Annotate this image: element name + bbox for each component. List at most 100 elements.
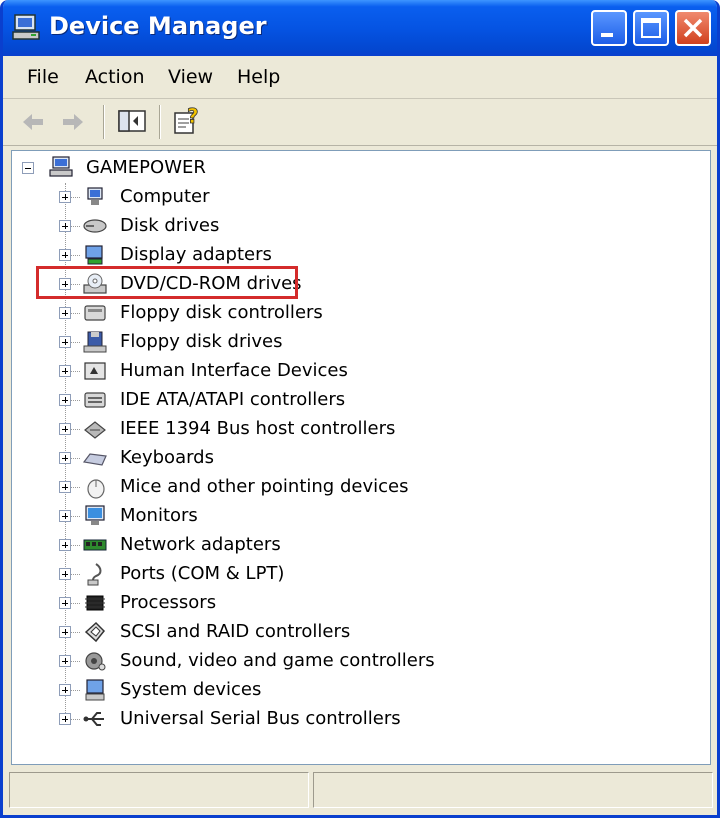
svg-text:?: ? xyxy=(187,105,199,128)
tree-root-label: GAMEPOWER xyxy=(86,157,206,178)
tree-item[interactable]: IDE ATA/ATAPI controllers xyxy=(12,385,472,414)
tree-item[interactable]: Mice and other pointing devices xyxy=(12,472,472,501)
toolbar-separator xyxy=(103,105,105,139)
menu-file[interactable]: File xyxy=(27,66,59,88)
tree-item-label: Disk drives xyxy=(120,215,220,236)
tree-item[interactable]: Human Interface Devices xyxy=(12,356,472,385)
expand-toggle[interactable] xyxy=(59,626,71,638)
floppy-controller-icon xyxy=(84,305,106,321)
expand-toggle[interactable] xyxy=(59,394,71,406)
tree-item-label: Sound, video and game controllers xyxy=(120,650,435,671)
sound-icon xyxy=(85,652,106,671)
tree-item-label: IDE ATA/ATAPI controllers xyxy=(120,389,346,410)
expand-toggle[interactable] xyxy=(59,597,71,609)
tree-item-label: Network adapters xyxy=(120,534,281,555)
tree-item-label: Keyboards xyxy=(120,447,214,468)
tree-item[interactable]: Processors xyxy=(12,588,472,617)
system-device-icon xyxy=(85,679,105,701)
tree-item[interactable]: Monitors xyxy=(12,501,472,530)
tree-root-item[interactable]: GAMEPOWER xyxy=(12,153,272,182)
tree-item[interactable]: System devices xyxy=(12,675,472,704)
tree-item[interactable]: SCSI and RAID controllers xyxy=(12,617,472,646)
tree-item-label: Monitors xyxy=(120,505,198,526)
expand-toggle[interactable] xyxy=(59,539,71,551)
menu-action[interactable]: Action xyxy=(85,66,145,88)
tree-item[interactable]: Display adapters xyxy=(12,240,472,269)
device-manager-window: Device Manager File Action View Help ? G… xyxy=(0,0,720,818)
usb-icon xyxy=(83,712,104,726)
close-icon xyxy=(683,18,703,38)
maximize-button[interactable] xyxy=(633,10,669,46)
tree-item-label: Universal Serial Bus controllers xyxy=(120,708,401,729)
tree-item-label: IEEE 1394 Bus host controllers xyxy=(120,418,396,439)
expand-toggle[interactable] xyxy=(59,510,71,522)
expand-toggle[interactable] xyxy=(59,249,71,261)
expand-toggle[interactable] xyxy=(59,655,71,667)
close-button[interactable] xyxy=(675,10,711,46)
help-icon[interactable]: ? xyxy=(171,105,203,137)
expand-toggle[interactable] xyxy=(59,336,71,348)
show-hide-tree-icon[interactable] xyxy=(117,107,147,137)
floppy-drive-icon xyxy=(83,331,107,353)
display-adapter-icon xyxy=(85,245,103,265)
maximize-icon xyxy=(641,18,661,38)
expand-toggle[interactable] xyxy=(59,684,71,696)
mouse-icon xyxy=(87,479,105,499)
status-pane xyxy=(313,772,713,808)
expand-toggle[interactable] xyxy=(59,191,71,203)
minimize-icon xyxy=(601,33,613,37)
device-tree[interactable]: GAMEPOWER Computer Disk drives Display ada… xyxy=(11,150,711,765)
ide-controller-icon xyxy=(84,392,106,408)
tree-item[interactable]: Ports (COM & LPT) xyxy=(12,559,472,588)
processor-icon xyxy=(85,595,105,611)
tree-item[interactable]: Floppy disk controllers xyxy=(12,298,472,327)
keyboard-icon xyxy=(82,453,107,466)
disk-drive-icon xyxy=(83,219,107,233)
toolbar: ? xyxy=(3,99,717,146)
network-adapter-icon xyxy=(83,539,107,551)
expand-toggle[interactable] xyxy=(59,423,71,435)
tree-item[interactable]: IEEE 1394 Bus host controllers xyxy=(12,414,472,443)
back-arrow-icon[interactable] xyxy=(19,109,47,135)
scsi-icon xyxy=(84,621,106,643)
computer-icon xyxy=(49,156,73,177)
menu-help[interactable]: Help xyxy=(237,66,280,88)
tree-item[interactable]: Computer xyxy=(12,182,472,211)
expand-toggle[interactable] xyxy=(59,713,71,725)
toolbar-separator xyxy=(159,105,161,139)
expand-toggle[interactable] xyxy=(59,220,71,232)
tree-item-label: Computer xyxy=(120,186,210,207)
tree-item[interactable]: Keyboards xyxy=(12,443,472,472)
computer-icon xyxy=(87,187,103,205)
expand-toggle[interactable] xyxy=(59,452,71,464)
tree-item[interactable]: Sound, video and game controllers xyxy=(12,646,472,675)
status-pane xyxy=(9,772,309,808)
expand-toggle[interactable] xyxy=(59,365,71,377)
expand-toggle[interactable] xyxy=(59,481,71,493)
status-bar xyxy=(3,770,717,815)
highlight-box xyxy=(36,266,298,299)
tree-item-label: Human Interface Devices xyxy=(120,360,348,381)
minimize-button[interactable] xyxy=(591,10,627,46)
device-manager-app-icon xyxy=(12,14,40,40)
tree-item-label: Ports (COM & LPT) xyxy=(120,563,285,584)
tree-item-label: Mice and other pointing devices xyxy=(120,476,409,497)
port-icon xyxy=(87,563,102,586)
tree-item[interactable]: Universal Serial Bus controllers xyxy=(12,704,472,733)
tree-item-label: System devices xyxy=(120,679,262,700)
menu-view[interactable]: View xyxy=(168,66,213,88)
window-title: Device Manager xyxy=(49,12,267,40)
title-bar[interactable]: Device Manager xyxy=(3,0,717,56)
tree-item-label: Floppy disk controllers xyxy=(120,302,323,323)
tree-item[interactable]: Disk drives xyxy=(12,211,472,240)
expand-toggle[interactable] xyxy=(59,568,71,580)
ieee1394-icon xyxy=(84,421,106,439)
tree-item[interactable]: Network adapters xyxy=(12,530,472,559)
tree-item-label: Floppy disk drives xyxy=(120,331,283,352)
expand-toggle[interactable] xyxy=(59,307,71,319)
forward-arrow-icon[interactable] xyxy=(59,109,87,135)
collapse-toggle[interactable] xyxy=(22,162,34,174)
tree-item-label: Processors xyxy=(120,592,217,613)
monitor-icon xyxy=(85,505,105,525)
tree-item[interactable]: Floppy disk drives xyxy=(12,327,472,356)
